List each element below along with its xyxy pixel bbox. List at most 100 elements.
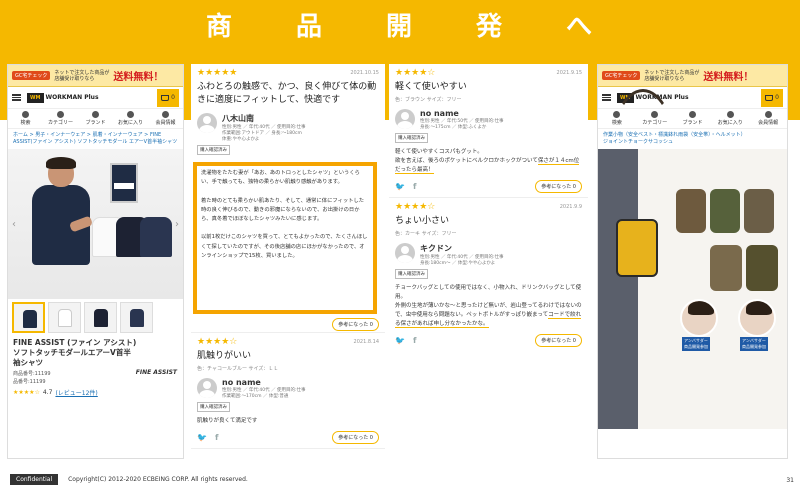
- review-stars: ★★★★★: [197, 68, 238, 78]
- thumbnail[interactable]: [48, 302, 81, 333]
- banner-text: ネットで注文した商品が 店舗受け取りなら: [644, 69, 700, 82]
- avatar: [395, 243, 415, 263]
- review-variant: 色：カーキ サイズ：フリー: [395, 231, 457, 237]
- reviewer: 八木山南 性別:男性 ／ 年代:40代 ／ 使用目的:仕事 作業範囲:アウトドア …: [197, 113, 379, 143]
- model-photo: [26, 157, 96, 294]
- nav-category[interactable]: カテゴリー: [43, 109, 78, 128]
- cart-button[interactable]: 0: [157, 88, 179, 107]
- nav-search[interactable]: 検索: [8, 109, 43, 128]
- reviewer: キクドン 性別:男性 ／ 年代:40代 ／ 使用目的:仕事 身長:180cm〜 ／…: [395, 243, 582, 267]
- twitter-icon[interactable]: 🐦: [197, 433, 207, 442]
- cart-count: 0: [775, 94, 779, 101]
- tag-icon: [92, 111, 99, 118]
- reviewer: no name 性別:男性 ／ 年代:50代 ／ 使用目的:仕事 身長:〜175c…: [395, 109, 582, 131]
- nav-member[interactable]: 会員情報: [749, 109, 787, 128]
- banner-text: ネットで注文した商品が 店舗受け取りなら: [54, 69, 110, 82]
- user-icon: [764, 111, 772, 118]
- review-stars: ★★★★☆: [395, 68, 436, 78]
- bag-photo: [676, 189, 706, 233]
- twitter-icon[interactable]: 🐦: [395, 182, 405, 191]
- review-title: 肌触りがいい: [197, 351, 252, 361]
- review-title: ちょい小さい: [395, 216, 450, 226]
- next-arrow-icon[interactable]: ›: [175, 219, 179, 230]
- review-title: 軽くて使いやすい: [395, 82, 467, 92]
- review-item: ★★★★☆ 2021.9.15 軽くて使いやすい 色：ブラウン サイズ：フリー n…: [389, 64, 588, 198]
- verified-badge: 購入確認済み: [395, 269, 428, 279]
- facebook-icon[interactable]: f: [215, 433, 218, 442]
- product-image[interactable]: アンバサダー 商品開発参加 アンバサダー 商品開発参加: [598, 89, 787, 429]
- tag-icon: [688, 111, 696, 118]
- review-stars: ★★★★☆: [197, 337, 238, 347]
- reviewer-name: no name: [420, 109, 459, 118]
- free-shipping-banner[interactable]: GC宅チェック ネットで注文した商品が 店舗受け取りなら 送料無料！: [8, 65, 183, 87]
- helpful-button[interactable]: 参考になった 0: [535, 180, 582, 193]
- reviewer-name: キクドン: [420, 244, 452, 253]
- breadcrumb[interactable]: ホーム > 男子・インナーウェア > 肌着・インナーウェア > FINE ASS…: [8, 129, 183, 149]
- nav-brand[interactable]: ブランド: [674, 109, 712, 128]
- reviewer-meta: 性別:男性 ／ 年代:40代 ／ 使用目的:仕事 身長:180cm〜 ／ 体型:や…: [420, 255, 504, 266]
- review-date: 2021.10.15: [350, 70, 379, 76]
- review-variant: 色：チャコールブルー サイズ：ＬＬ: [197, 366, 279, 372]
- helpful-button[interactable]: 参考になった 0: [535, 334, 582, 347]
- bag-photo: [744, 189, 774, 233]
- reviewer: no name 性別:男性 ／ 年代:40代 ／ 使用目的:仕事 作業範囲:〜17…: [197, 378, 379, 400]
- facebook-icon[interactable]: f: [413, 182, 416, 191]
- nav-favorites[interactable]: お気に入り: [113, 109, 148, 128]
- hamburger-menu-icon[interactable]: [602, 94, 611, 101]
- rating-row: ★★★★☆ 4.7 (レビュー12件): [8, 386, 183, 399]
- highlighted-review-body: 洗濯物をたたむ妻が「あお、あのトロっとしたシャツ」というくらい、手で触っても、独…: [193, 162, 377, 314]
- reviewer-name: 八木山南: [222, 114, 254, 123]
- reviews-screenshot-2: ★★★★☆ 2021.9.15 軽くて使いやすい 色：ブラウン サイズ：フリー n…: [389, 64, 588, 467]
- thumbnail[interactable]: [84, 302, 117, 333]
- avatar: [395, 109, 415, 129]
- review-stars: ★★★★☆: [395, 202, 436, 212]
- confidential-label: Confidential: [10, 473, 59, 485]
- gc-logo: GC宅チェック: [12, 71, 51, 80]
- slide-footer: Confidential Copyright(C) 2012-2020 ECBE…: [0, 471, 800, 487]
- helpful-button[interactable]: 参考になった 0: [332, 318, 379, 331]
- review-body: 肌触りが良くて満足です: [197, 418, 258, 424]
- ambassador-badge: アンバサダー 商品開発参加: [682, 337, 710, 351]
- review-date: 2021.9.9: [559, 204, 582, 210]
- prev-arrow-icon[interactable]: ‹: [12, 219, 16, 230]
- thumbnail[interactable]: [12, 302, 45, 333]
- nav-bar: 検索 カテゴリー ブランド お気に入り 会員情報: [8, 109, 183, 129]
- brand-logo: FINE ASSIST: [135, 369, 177, 376]
- ambassador-photo: [680, 299, 718, 337]
- title-char: 商: [205, 12, 234, 42]
- slide-title: 商 品 開 発 へ: [0, 6, 800, 43]
- heart-icon: [726, 111, 734, 118]
- thumbnail-strip: [8, 299, 183, 336]
- nav-favorites[interactable]: お気に入り: [711, 109, 749, 128]
- ambassador-badge: アンバサダー 商品開発参加: [740, 337, 768, 351]
- review-body: チョークバッグとしての使用ではなく、小物入れ、ドリンクバッグとして使用。 外側の…: [395, 285, 582, 328]
- free-shipping-banner[interactable]: GC宅チェック ネットで注文した商品が 店舗受け取りなら 送料無料！: [598, 65, 787, 87]
- cart-button[interactable]: 0: [761, 88, 783, 107]
- hamburger-menu-icon[interactable]: [12, 94, 21, 101]
- bag-photo: [710, 189, 740, 233]
- nav-member[interactable]: 会員情報: [148, 109, 183, 128]
- bag-photo: [710, 245, 742, 291]
- user-icon: [162, 111, 169, 118]
- cart-icon: [161, 94, 170, 101]
- twitter-icon[interactable]: 🐦: [395, 336, 405, 345]
- thumbnail[interactable]: [120, 302, 153, 333]
- product-image[interactable]: ‹ ›: [8, 149, 183, 299]
- title-char: へ: [566, 12, 595, 42]
- title-char: 開: [385, 12, 414, 42]
- verified-badge: 購入確認済み: [197, 402, 230, 412]
- review-link[interactable]: (レビュー12件): [55, 388, 97, 397]
- title-char: 発: [476, 12, 505, 42]
- facebook-icon[interactable]: f: [413, 336, 416, 345]
- review-item: ★★★★☆ 2021.9.9 ちょい小さい 色：カーキ サイズ：フリー キクドン …: [389, 198, 588, 351]
- site-logo[interactable]: WM WORKMAN Plus: [27, 92, 151, 103]
- review-item: ★★★★☆ 2021.8.14 肌触りがいい 色：チャコールブルー サイズ：ＬＬ …: [191, 332, 385, 449]
- banner-free-shipping: 送料無料！: [703, 72, 754, 83]
- review-body: 軽くて使いやすくコスパもグット。 欲を言えば、後ろのポケットにベルクロかホックが…: [395, 149, 580, 174]
- bag-photo: [616, 219, 658, 277]
- reviewer-name: no name: [222, 378, 261, 387]
- nav-brand[interactable]: ブランド: [78, 109, 113, 128]
- page-number: 31: [786, 477, 794, 484]
- review-date: 2021.8.14: [353, 339, 379, 345]
- helpful-button[interactable]: 参考になった 0: [332, 431, 379, 444]
